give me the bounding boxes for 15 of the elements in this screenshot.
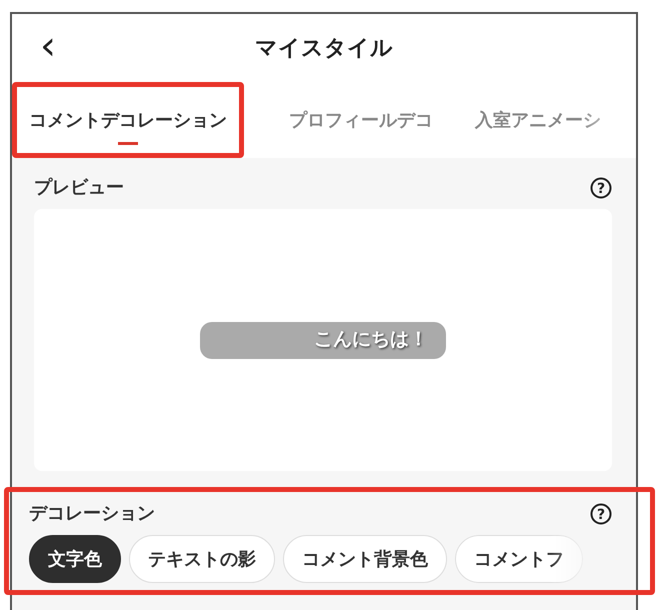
filter-chip[interactable]: コメント背景色 <box>283 535 447 583</box>
tab[interactable]: プロフィールデコ <box>272 82 450 158</box>
help-icon[interactable]: ? <box>590 176 612 198</box>
tab-indicator <box>118 142 138 145</box>
filter-chip[interactable]: 文字色 <box>29 535 121 583</box>
tab[interactable]: 入室アニメーシ <box>458 82 618 158</box>
section-title: プレビュー <box>34 176 124 200</box>
section-title: デコレーション <box>29 502 155 526</box>
filter-chip[interactable]: テキストの影 <box>129 535 275 583</box>
help-icon[interactable]: ? <box>590 502 612 524</box>
back-button[interactable]: ‹ <box>40 26 56 66</box>
tab[interactable]: コメントデコレーション <box>12 82 244 158</box>
page-title: マイスタイル <box>255 35 393 63</box>
filter-chip[interactable]: コメントフ <box>455 535 583 583</box>
comment-bubble: こんにちは！ <box>200 322 446 358</box>
